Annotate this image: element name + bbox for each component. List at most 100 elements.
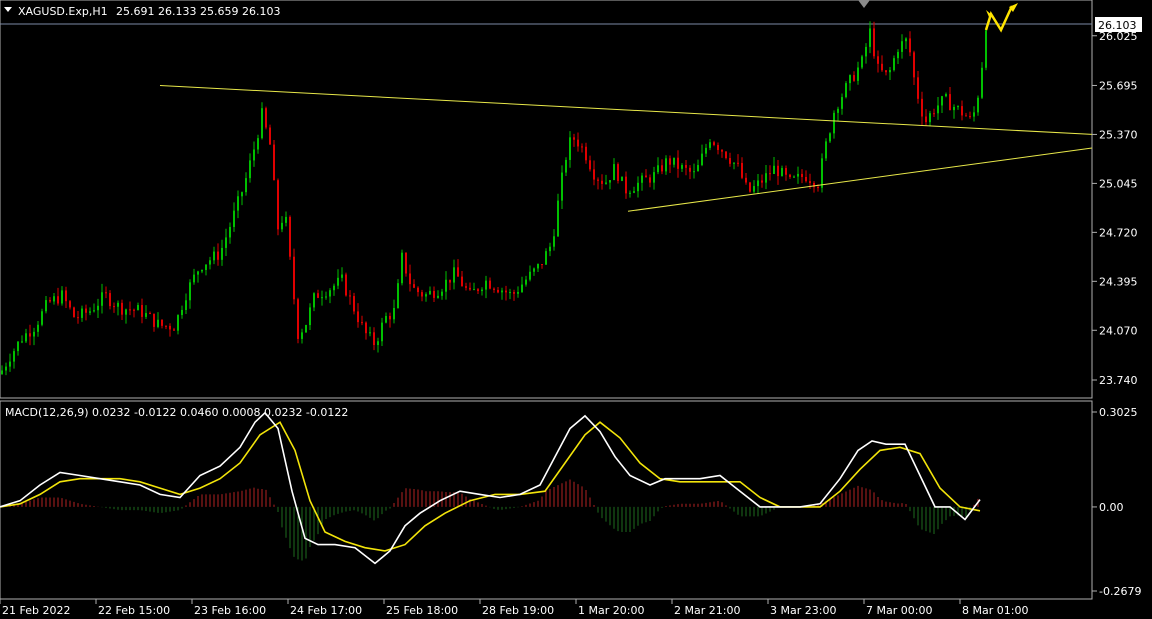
candle-body xyxy=(817,187,819,189)
candle-body xyxy=(541,264,543,266)
time-tick-label: 25 Feb 18:00 xyxy=(386,604,458,617)
candle-body xyxy=(757,180,759,187)
candle-body xyxy=(281,222,283,230)
candle-body xyxy=(377,341,379,346)
candle-body xyxy=(453,267,455,283)
triangle-down-icon[interactable] xyxy=(4,7,12,12)
candle-body xyxy=(1,370,3,374)
candle-body xyxy=(873,28,875,57)
candle-body xyxy=(649,177,651,183)
candle-body xyxy=(373,332,375,346)
candle-body xyxy=(173,329,175,331)
candle-body xyxy=(573,137,575,140)
candle-body xyxy=(737,162,739,164)
candle-body xyxy=(473,289,475,291)
candle-body xyxy=(905,38,907,42)
candle-body xyxy=(261,108,263,139)
candle-body xyxy=(25,333,27,342)
macd-axis: 0.3025 0.00 -0.2679 xyxy=(1092,406,1141,598)
candle-body xyxy=(449,279,451,283)
candle-body xyxy=(665,158,667,172)
candle-body xyxy=(669,158,671,165)
candle-body xyxy=(565,159,567,173)
candle-body xyxy=(265,108,267,128)
candle-body xyxy=(409,273,411,285)
candle-body xyxy=(501,290,503,293)
candle-body xyxy=(685,165,687,168)
candle-body xyxy=(921,98,923,117)
candle-body xyxy=(721,149,723,152)
candle-body xyxy=(613,164,615,181)
candle-body xyxy=(149,313,151,315)
candle-body xyxy=(309,307,311,326)
candle-body xyxy=(969,116,971,118)
candle-body xyxy=(121,302,123,315)
candle-body xyxy=(773,165,775,174)
candle-body xyxy=(533,268,535,272)
candle-body xyxy=(977,97,979,113)
candle-body xyxy=(477,289,479,292)
candle-body xyxy=(133,309,135,311)
candle-body xyxy=(845,83,847,98)
candle-body xyxy=(677,157,679,169)
candle-body xyxy=(317,293,319,298)
candle-body xyxy=(901,41,903,52)
candle-body xyxy=(861,56,863,68)
candle-body xyxy=(413,284,415,288)
macd-lines xyxy=(0,411,981,565)
candle-body xyxy=(481,289,483,292)
candle-body xyxy=(693,171,695,173)
candle-body xyxy=(61,290,63,304)
candle-body xyxy=(141,305,143,317)
macd-line xyxy=(0,411,981,565)
candle-body xyxy=(673,157,675,165)
candle-body xyxy=(57,296,59,304)
price-chart[interactable]: XAGUSD.Exp,H1 25.691 26.133 25.659 26.10… xyxy=(0,0,1152,619)
candle-body xyxy=(253,149,255,161)
candle-body xyxy=(697,165,699,172)
main-pane-border xyxy=(0,0,1093,399)
candle-body xyxy=(937,105,939,114)
candle-body xyxy=(289,216,291,257)
candle-body xyxy=(633,191,635,193)
candle-body xyxy=(957,106,959,108)
candle-body xyxy=(17,341,19,352)
candle-body xyxy=(505,290,507,293)
macd-title: MACD(12,26,9) 0.0232 -0.0122 0.0460 0.00… xyxy=(5,406,348,419)
candle-body xyxy=(333,285,335,291)
candle-body xyxy=(929,113,931,123)
candle-body xyxy=(325,296,327,298)
candle-body xyxy=(189,282,191,301)
chart-shift-marker[interactable] xyxy=(858,0,870,8)
candle-body xyxy=(177,315,179,331)
candle-body xyxy=(273,144,275,181)
candle-body xyxy=(181,309,183,316)
candle-body xyxy=(125,309,127,315)
candle-body xyxy=(917,77,919,99)
candle-body xyxy=(549,246,551,252)
candle-body xyxy=(801,173,803,178)
candle-body xyxy=(33,331,35,337)
candle-body xyxy=(581,146,583,148)
time-tick-label: 21 Feb 2022 xyxy=(2,604,70,617)
time-tick-label: 7 Mar 00:00 xyxy=(866,604,932,617)
time-tick-label: 2 Mar 21:00 xyxy=(674,604,740,617)
candle-body xyxy=(85,308,87,313)
candle-body xyxy=(641,175,643,183)
candle-body xyxy=(13,351,15,362)
symbol-title: XAGUSD.Exp,H1 xyxy=(18,5,108,18)
price-tick-label: 25.370 xyxy=(1099,128,1138,141)
candle-body xyxy=(45,300,47,312)
candle-body xyxy=(577,139,579,147)
ohlc-values: 25.691 26.133 25.659 26.103 xyxy=(116,5,280,18)
candle-body xyxy=(301,332,303,339)
candle-body xyxy=(925,116,927,123)
price-axis: 26.02525.69525.37025.04524.72024.39524.0… xyxy=(1092,30,1138,387)
candle-body xyxy=(65,290,67,302)
candle-body xyxy=(269,127,271,145)
candle-body xyxy=(97,305,99,311)
candle-body xyxy=(465,286,467,288)
candle-body xyxy=(293,256,295,300)
candle-body xyxy=(381,322,383,342)
candle-body xyxy=(605,182,607,184)
